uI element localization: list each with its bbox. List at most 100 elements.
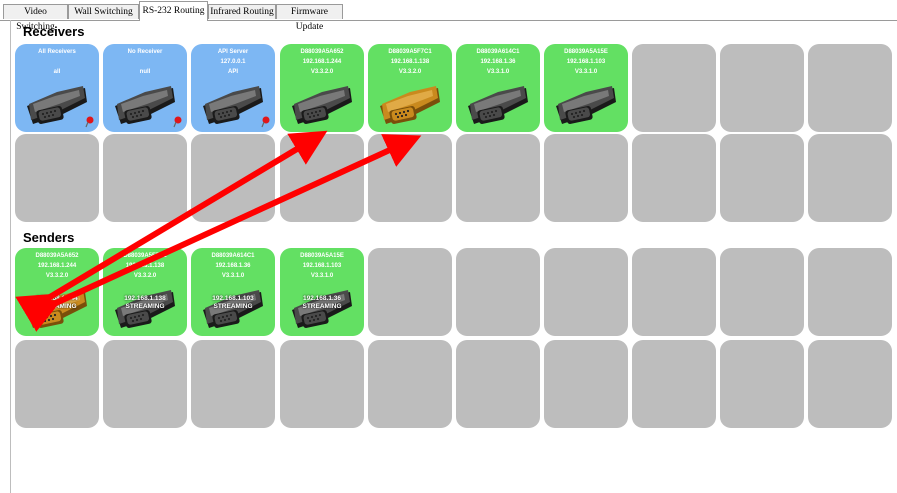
senders-tile[interactable]: D88039A5A15E 192.168.1.103 V3.3.1.0 192.16… <box>280 248 364 336</box>
receivers-tile[interactable]: No Receiver null <box>103 44 187 132</box>
stream-status: STREAMING <box>37 303 77 310</box>
receivers-empty-slot[interactable] <box>191 134 275 222</box>
tab-bar: Video Switching Wall Switching RS-232 Ro… <box>0 0 897 32</box>
serial-connector-icon <box>23 84 91 130</box>
senders-empty-slot[interactable] <box>632 340 716 428</box>
receivers-empty-slot[interactable] <box>544 134 628 222</box>
tab-infrared-routing[interactable]: Infrared Routing <box>208 4 276 19</box>
tab-firmware-update[interactable]: Firmware Update <box>276 4 343 32</box>
senders-empty-slot[interactable] <box>15 340 99 428</box>
tile-name: D88039A5F7C1 <box>123 253 167 259</box>
tile-labels: API Server 127.0.0.1 API <box>191 47 275 77</box>
tile-name: All Receivers <box>38 49 76 55</box>
tile-labels: No Receiver null <box>103 47 187 77</box>
serial-connector-icon <box>288 84 356 130</box>
tile-line2: 192.168.1.103 <box>566 59 606 65</box>
senders-empty-slot[interactable] <box>368 248 452 336</box>
serial-connector-icon <box>376 84 444 130</box>
receivers-tile[interactable]: D88039A5A15E 192.168.1.103 V3.3.1.0 <box>544 44 628 132</box>
tile-name: No Receiver <box>127 49 163 55</box>
tile-name: D88039A5A652 <box>300 49 344 55</box>
pin-icon[interactable] <box>261 115 271 128</box>
stream-overlay: 192.168.1.244 STREAMING <box>21 295 93 311</box>
stream-status: STREAMING <box>125 303 165 310</box>
stream-status: STREAMING <box>213 303 253 310</box>
tile-line2: 192.168.1.36 <box>215 263 251 269</box>
senders-empty-slot[interactable] <box>808 248 892 336</box>
stream-overlay: 192.168.1.36 STREAMING <box>286 295 358 311</box>
tile-labels: D88039A5A15E 192.168.1.103 V3.3.1.0 <box>544 47 628 77</box>
stream-ip: 192.168.1.244 <box>36 295 78 302</box>
senders-empty-slot[interactable] <box>456 340 540 428</box>
stream-status: STREAMING <box>302 303 342 310</box>
pin-icon[interactable] <box>173 115 183 128</box>
senders-tile[interactable]: D88039A614C1 192.168.1.36 V3.3.1.0 192.168… <box>191 248 275 336</box>
tile-line3: V3.3.2.0 <box>45 273 69 279</box>
tile-name: D88039A5A15E <box>564 49 608 55</box>
tile-line3: V3.3.2.0 <box>310 69 334 75</box>
tile-labels: D88039A614C1 192.168.1.36 V3.3.1.0 <box>456 47 540 77</box>
tile-name: D88039A614C1 <box>211 253 255 259</box>
tile-labels: D88039A5A15E 192.168.1.103 V3.3.1.0 <box>280 251 364 281</box>
receivers-tile[interactable]: API Server 127.0.0.1 API <box>191 44 275 132</box>
receivers-empty-slot[interactable] <box>456 134 540 222</box>
serial-connector-icon <box>199 84 267 130</box>
senders-empty-slot[interactable] <box>720 248 804 336</box>
receivers-empty-slot[interactable] <box>280 134 364 222</box>
receivers-tile[interactable]: D88039A614C1 192.168.1.36 V3.3.1.0 <box>456 44 540 132</box>
tile-line2: 192.168.1.103 <box>302 263 342 269</box>
receivers-tile[interactable]: D88039A5A652 192.168.1.244 V3.3.2.0 <box>280 44 364 132</box>
senders-empty-slot[interactable] <box>456 248 540 336</box>
tile-line3: V3.3.1.0 <box>310 273 334 279</box>
serial-connector-icon <box>552 84 620 130</box>
pin-icon[interactable] <box>85 115 95 128</box>
tile-labels: D88039A5A652 192.168.1.244 V3.3.2.0 <box>280 47 364 77</box>
senders-title: Senders <box>23 230 75 245</box>
receivers-empty-slot[interactable] <box>103 134 187 222</box>
senders-tile[interactable]: D88039A5A652 192.168.1.244 V3.3.2.0 192.16… <box>15 248 99 336</box>
tile-name: D88039A614C1 <box>476 49 520 55</box>
senders-empty-slot[interactable] <box>720 340 804 428</box>
receivers-tile[interactable]: All Receivers all <box>15 44 99 132</box>
tab-video-switching[interactable]: Video Switching <box>3 4 68 32</box>
tile-labels: All Receivers all <box>15 47 99 77</box>
senders-empty-slot[interactable] <box>103 340 187 428</box>
receivers-empty-slot[interactable] <box>720 44 804 132</box>
senders-empty-slot[interactable] <box>808 340 892 428</box>
tile-line3: V3.3.2.0 <box>133 273 157 279</box>
stream-ip: 192.168.1.138 <box>124 295 166 302</box>
senders-empty-slot[interactable] <box>544 340 628 428</box>
receivers-empty-slot[interactable] <box>15 134 99 222</box>
receivers-empty-slot[interactable] <box>632 134 716 222</box>
senders-empty-slot[interactable] <box>368 340 452 428</box>
receivers-empty-slot[interactable] <box>720 134 804 222</box>
tile-line2: 192.168.1.36 <box>480 59 516 65</box>
tile-name: D88039A5A652 <box>35 253 79 259</box>
senders-tile[interactable]: D88039A5F7C1 192.168.1.138 V3.3.2.0 192.16… <box>103 248 187 336</box>
tile-line2: 127.0.0.1 <box>220 59 246 65</box>
stream-ip: 192.168.1.36 <box>303 295 341 302</box>
receivers-empty-slot[interactable] <box>368 134 452 222</box>
senders-empty-slot[interactable] <box>544 248 628 336</box>
tile-labels: D88039A5F7C1 192.168.1.138 V3.3.2.0 <box>103 251 187 281</box>
senders-empty-slot[interactable] <box>191 340 275 428</box>
tile-name: D88039A5F7C1 <box>388 49 432 55</box>
stream-overlay: 192.168.1.138 STREAMING <box>109 295 181 311</box>
senders-empty-slot[interactable] <box>632 248 716 336</box>
tile-name: D88039A5A15E <box>300 253 344 259</box>
senders-empty-slot[interactable] <box>280 340 364 428</box>
tile-line3: V3.3.1.0 <box>221 273 245 279</box>
receivers-empty-slot[interactable] <box>808 44 892 132</box>
tile-line3: all <box>53 69 61 75</box>
tile-labels: D88039A5A652 192.168.1.244 V3.3.2.0 <box>15 251 99 281</box>
tile-line3: null <box>139 69 151 75</box>
receivers-tile[interactable]: D88039A5F7C1 192.168.1.138 V3.3.2.0 <box>368 44 452 132</box>
tile-labels: D88039A5F7C1 192.168.1.138 V3.3.2.0 <box>368 47 452 77</box>
tile-line3: V3.3.1.0 <box>574 69 598 75</box>
tab-rs232-routing[interactable]: RS-232 Routing <box>139 1 208 21</box>
receivers-empty-slot[interactable] <box>632 44 716 132</box>
serial-connector-icon <box>111 84 179 130</box>
tile-line2: 192.168.1.244 <box>302 59 342 65</box>
receivers-empty-slot[interactable] <box>808 134 892 222</box>
tab-wall-switching[interactable]: Wall Switching <box>68 4 139 19</box>
